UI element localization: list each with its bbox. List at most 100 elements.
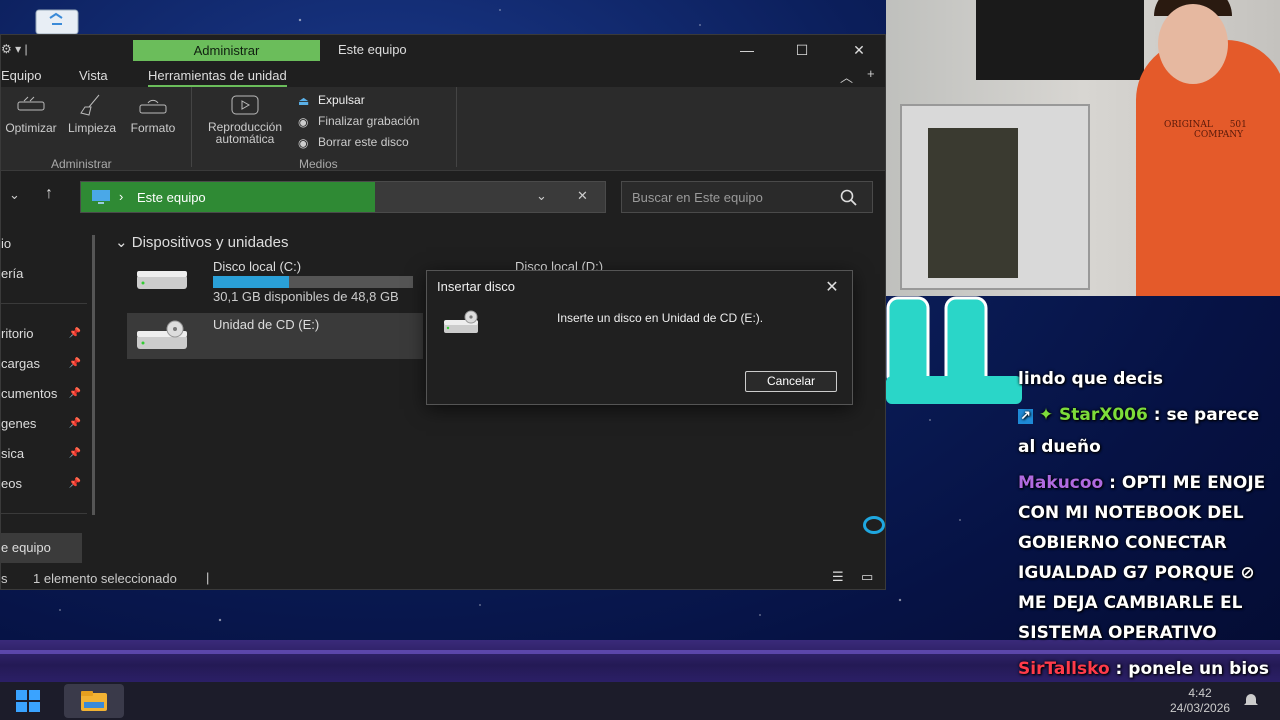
- autoplay-icon: [231, 95, 259, 115]
- drive-name: Unidad de CD (E:): [213, 317, 320, 332]
- group-label-administrar: Administrar: [51, 157, 112, 171]
- address-progress: [81, 182, 375, 212]
- erase-disc-button[interactable]: ◉ Borrar este disco: [298, 135, 409, 150]
- cleanup-label: Limpieza: [67, 121, 117, 135]
- autoplay-label-2: automática: [215, 132, 275, 146]
- drive-free-space: 30,1 GB disponibles de 48,8 GB: [213, 289, 399, 304]
- sidebar-item-descargas[interactable]: cargas 📌: [1, 353, 87, 375]
- sidebar-item-label: sica: [1, 446, 25, 461]
- pin-icon: 📌: [68, 328, 81, 339]
- webcam-overlay: ORIGINAL 501 COMPANY: [886, 0, 1280, 296]
- cleanup-button[interactable]: Limpieza: [63, 93, 121, 135]
- optimize-drive-icon: [17, 96, 45, 111]
- search-icon[interactable]: [840, 189, 858, 207]
- pin-ribbon-icon[interactable]: +: [867, 66, 875, 81]
- ribbon-tabs: Equipo Vista Herramientas de unidad ︿ +: [1, 65, 885, 87]
- clock-date: 24/03/2026: [1170, 701, 1231, 715]
- webcam-monitor: [976, 0, 1144, 80]
- quick-access-toolbar[interactable]: ⚙ ▾ |: [1, 42, 28, 56]
- recycle-bin-icon[interactable]: [34, 8, 80, 34]
- details-view-icon[interactable]: ☰: [832, 569, 844, 585]
- cd-drive-icon: [444, 310, 478, 333]
- sidebar-item-label: ería: [1, 266, 24, 281]
- sidebar-item[interactable]: io: [1, 233, 87, 255]
- title-bar: ⚙ ▾ | Administrar Este equipo — ☐ ✕: [1, 35, 885, 65]
- dialog-message: Inserte un disco en Unidad de CD (E:).: [557, 311, 764, 325]
- sidebar-item-label: ritorio: [1, 326, 34, 341]
- system-clock[interactable]: 4:42 24/03/2026: [1170, 686, 1230, 716]
- status-separator: |: [206, 570, 210, 585]
- shirt-text-company: COMPANY: [1194, 130, 1244, 140]
- sidebar-item-label: cumentos: [1, 386, 58, 401]
- hard-drive-icon: [137, 271, 187, 289]
- windows-start-icon[interactable]: [16, 690, 40, 712]
- sidebar-item-label: genes: [1, 416, 37, 431]
- sidebar-item-este-equipo[interactable]: e equipo: [1, 533, 82, 563]
- computer-icon: [92, 190, 110, 204]
- taskbar: 4:42 24/03/2026: [0, 682, 1280, 720]
- cancel-button[interactable]: Cancelar: [745, 371, 837, 392]
- status-item-count: s: [1, 571, 8, 586]
- chat-username: StarX006: [1059, 405, 1148, 425]
- search-input[interactable]: Buscar en Este equipo: [621, 181, 873, 213]
- sidebar-item-documentos[interactable]: cumentos 📌: [1, 383, 87, 405]
- recent-locations-icon[interactable]: ⌄: [9, 187, 20, 203]
- tab-equipo[interactable]: Equipo: [1, 68, 41, 83]
- dialog-close-button[interactable]: ✕: [822, 277, 842, 297]
- sub-badge-icon: ✦: [1038, 405, 1054, 425]
- folder-icon: [81, 691, 107, 711]
- breadcrumb[interactable]: Este equipo: [137, 190, 206, 205]
- stop-loading-icon[interactable]: ✕: [577, 188, 588, 204]
- close-button[interactable]: ✕: [844, 39, 874, 61]
- contextual-tab-administrar[interactable]: Administrar: [133, 40, 320, 61]
- up-arrow-icon[interactable]: ↑: [45, 185, 53, 203]
- tab-vista[interactable]: Vista: [79, 68, 108, 83]
- collapse-ribbon-icon[interactable]: ︿: [840, 67, 853, 86]
- ribbon: Optimizar Limpieza Formato Administrar R…: [1, 87, 885, 171]
- clock-time: 4:42: [1188, 686, 1212, 700]
- taskbar-file-explorer[interactable]: [64, 684, 124, 718]
- chat-message: ↗ ✦ StarX006 : se parece al dueño: [1018, 400, 1280, 462]
- webcam-motherboard: [928, 128, 1018, 278]
- sidebar-item[interactable]: ería: [1, 263, 87, 285]
- shirt-text-original: ORIGINAL: [1164, 120, 1213, 130]
- format-button[interactable]: Formato: [123, 93, 183, 135]
- eject-button[interactable]: ⏏ Expulsar: [298, 93, 365, 108]
- pin-icon: 📌: [68, 448, 81, 459]
- address-bar[interactable]: › Este equipo ⌄ ✕: [80, 181, 606, 213]
- breadcrumb-chevron-icon[interactable]: ›: [119, 189, 123, 204]
- finish-burning-button[interactable]: ◉ Finalizar grabación: [298, 114, 419, 129]
- erase-disc-label: Borrar este disco: [318, 135, 409, 149]
- status-selection: 1 elemento seleccionado: [33, 571, 177, 586]
- format-label: Formato: [130, 121, 176, 135]
- shirt-text-501: 501: [1229, 120, 1247, 130]
- notification-bell-icon[interactable]: [1242, 692, 1260, 710]
- group-label-medios: Medios: [299, 157, 338, 171]
- tiles-view-icon[interactable]: ▭: [861, 569, 873, 585]
- pin-icon: 📌: [68, 358, 81, 369]
- sidebar-item-label: eos: [1, 476, 22, 491]
- tab-herramientas-de-unidad[interactable]: Herramientas de unidad: [148, 68, 287, 87]
- navigation-bar: ⌄ ↑ › Este equipo ⌄ ✕ Buscar en Este equ…: [1, 175, 885, 219]
- sidebar-item-videos[interactable]: eos 📌: [1, 473, 87, 495]
- drive-c[interactable]: Disco local (C:) 30,1 GB disponibles de …: [127, 255, 423, 304]
- minimize-button[interactable]: —: [732, 39, 762, 61]
- maximize-button[interactable]: ☐: [787, 39, 817, 61]
- chat-message: Makucoo : OPTI ME ENOJE CON MI NOTEBOOK …: [1018, 468, 1280, 648]
- address-dropdown-icon[interactable]: ⌄: [536, 188, 547, 204]
- sidebar-item-imagenes[interactable]: genes 📌: [1, 413, 87, 435]
- search-placeholder: Buscar en Este equipo: [632, 190, 763, 205]
- sidebar-item-musica[interactable]: sica 📌: [1, 443, 87, 465]
- webcam-pc-case: [900, 104, 1090, 290]
- navigation-scrollbar[interactable]: [92, 235, 95, 515]
- sidebar-divider: [1, 513, 87, 514]
- sidebar-item-label: e equipo: [1, 540, 51, 555]
- drive-e-cd[interactable]: Unidad de CD (E:): [127, 313, 423, 359]
- autoplay-button[interactable]: Reproducción automática: [197, 93, 293, 145]
- ribbon-separator: [456, 87, 457, 167]
- window-title: Este equipo: [338, 42, 407, 57]
- optimize-button[interactable]: Optimizar: [1, 93, 61, 135]
- eject-label: Expulsar: [318, 93, 365, 107]
- sidebar-item-escritorio[interactable]: ritorio 📌: [1, 323, 87, 345]
- section-header[interactable]: ⌄ Dispositivos y unidades: [115, 233, 289, 251]
